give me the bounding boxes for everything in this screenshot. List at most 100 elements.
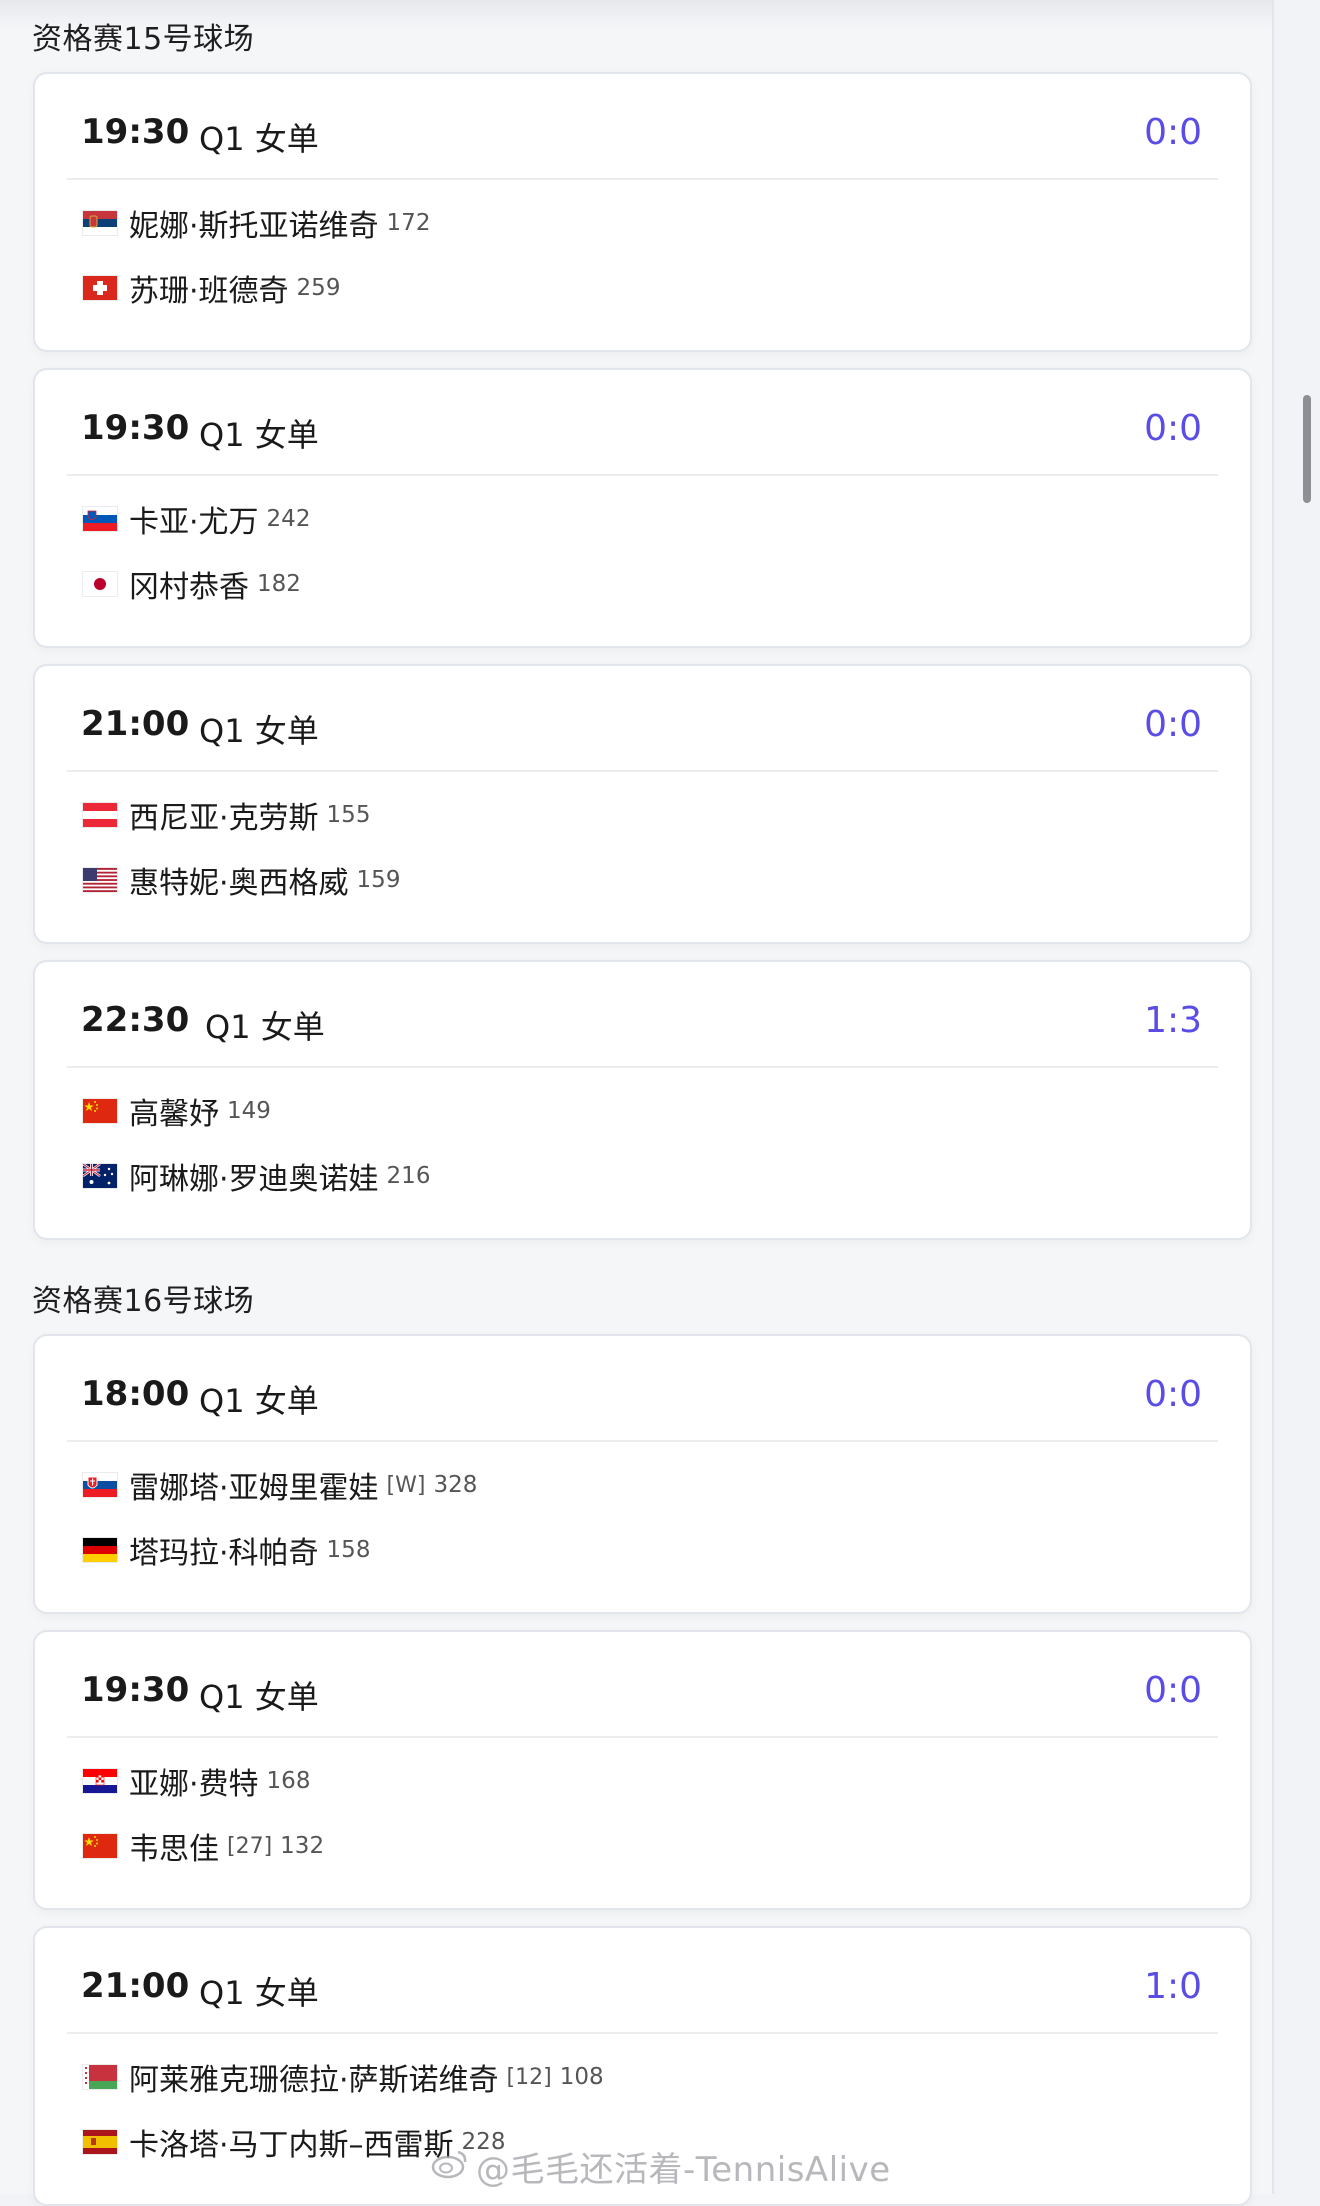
match-round: Q1 女单 xyxy=(199,120,319,158)
match-card[interactable]: 19:30 Q1 女单 0:0 妮娜·斯托亚诺维奇 172 苏珊·班德奇 259 xyxy=(33,72,1252,352)
match-card[interactable]: 22:30 Q1 女单 1:3 高馨妤 149 阿琳娜·罗迪奥诺娃 216 xyxy=(33,960,1252,1240)
player-name: 塔玛拉·科帕奇 xyxy=(129,1536,319,1571)
player-name: 阿琳娜·罗迪奥诺娃 xyxy=(129,1162,379,1197)
player-ranking: 108 xyxy=(559,2064,604,2090)
match-round: Q1 女单 xyxy=(205,1008,325,1046)
match-time: 19:30 xyxy=(81,112,190,152)
match-round: Q1 女单 xyxy=(199,1382,319,1420)
player-ranking: 328 xyxy=(433,1472,478,1498)
match-header: 19:30 Q1 女单 0:0 xyxy=(81,1632,1202,1736)
player-ranking: 158 xyxy=(326,1537,371,1563)
match-time: 18:00 xyxy=(81,1374,190,1414)
match-score: 0:0 xyxy=(1144,112,1202,153)
scrollbar-thumb[interactable] xyxy=(1303,395,1311,503)
flag-spain-icon xyxy=(83,2130,117,2154)
match-score: 1:3 xyxy=(1144,1000,1202,1041)
player-row[interactable]: 塔玛拉·科帕奇 158 xyxy=(83,1530,371,1571)
flag-belarus-icon xyxy=(83,2065,117,2089)
player-row[interactable]: 阿琳娜·罗迪奥诺娃 216 xyxy=(83,1156,431,1197)
match-divider xyxy=(67,474,1218,476)
player-seed: [12] xyxy=(506,2064,552,2090)
player-ranking: 168 xyxy=(266,1768,311,1794)
match-header: 19:30 Q1 女单 0:0 xyxy=(81,74,1202,178)
player-name: 惠特妮·奥西格威 xyxy=(129,866,349,901)
flag-serbia-icon xyxy=(83,211,117,235)
flag-china-icon xyxy=(83,1099,117,1123)
player-name: 韦思佳 xyxy=(129,1832,219,1867)
flag-japan-icon xyxy=(83,572,117,596)
watermark-text: @毛毛还活着-TennisAlive xyxy=(476,2150,891,2190)
match-score: 1:0 xyxy=(1144,1966,1202,2007)
player-row[interactable]: 韦思佳 [27] 132 xyxy=(83,1826,325,1867)
match-time: 19:30 xyxy=(81,1670,190,1710)
match-card[interactable]: 18:00 Q1 女单 0:0 雷娜塔·亚姆里霍娃 [W] 328 塔玛拉·科帕奇 158 xyxy=(33,1334,1252,1614)
match-header: 22:30 Q1 女单 1:3 xyxy=(81,962,1202,1066)
match-card[interactable]: 21:00 Q1 女单 0:0 西尼亚·克劳斯 155 惠特妮·奥西格威 159 xyxy=(33,664,1252,944)
player-row[interactable]: 冈村恭香 182 xyxy=(83,564,301,605)
player-row[interactable]: 高馨妤 149 xyxy=(83,1091,271,1132)
match-score: 0:0 xyxy=(1144,1374,1202,1415)
match-round: Q1 女单 xyxy=(199,1678,319,1716)
flag-china-icon xyxy=(83,1834,117,1858)
player-name: 冈村恭香 xyxy=(129,570,249,605)
flag-slovakia-icon xyxy=(83,1473,117,1497)
player-ranking: 149 xyxy=(227,1098,271,1124)
match-header: 19:30 Q1 女单 0:0 xyxy=(81,370,1202,474)
match-header: 21:00 Q1 女单 0:0 xyxy=(81,666,1202,770)
player-seed: [W] xyxy=(386,1472,426,1498)
player-ranking: 172 xyxy=(386,210,431,236)
match-card[interactable]: 19:30 Q1 女单 0:0 卡亚·尤万 242 冈村恭香 182 xyxy=(33,368,1252,648)
player-seed: [27] xyxy=(227,1833,273,1859)
player-name: 高馨妤 xyxy=(129,1097,219,1132)
flag-germany-icon xyxy=(83,1538,117,1562)
player-ranking: 155 xyxy=(326,802,371,828)
match-divider xyxy=(67,1066,1218,1068)
player-name: 卡亚·尤万 xyxy=(129,505,259,540)
match-round: Q1 女单 xyxy=(199,1974,319,2012)
player-ranking: 216 xyxy=(386,1163,431,1189)
player-ranking: 159 xyxy=(356,867,401,893)
match-score: 0:0 xyxy=(1144,408,1202,449)
match-round: Q1 女单 xyxy=(199,416,319,454)
flag-usa-icon xyxy=(83,868,117,892)
player-name: 苏珊·班德奇 xyxy=(129,274,289,309)
section-title-court-16: 资格赛16号球场 xyxy=(32,1284,255,1319)
player-row[interactable]: 卡亚·尤万 242 xyxy=(83,499,311,540)
player-ranking: 242 xyxy=(266,506,311,532)
match-divider xyxy=(67,178,1218,180)
match-time: 22:30 xyxy=(81,1000,190,1040)
player-name: 雷娜塔·亚姆里霍娃 xyxy=(129,1471,379,1506)
player-name: 妮娜·斯托亚诺维奇 xyxy=(129,209,379,244)
match-header: 18:00 Q1 女单 0:0 xyxy=(81,1336,1202,1440)
match-divider xyxy=(67,1736,1218,1738)
flag-austria-icon xyxy=(83,803,117,827)
match-time: 21:00 xyxy=(81,1966,190,2006)
player-ranking: 182 xyxy=(257,571,301,597)
match-time: 21:00 xyxy=(81,704,190,744)
player-row[interactable]: 雷娜塔·亚姆里霍娃 [W] 328 xyxy=(83,1465,478,1506)
match-round: Q1 女单 xyxy=(199,712,319,750)
player-row[interactable]: 阿莱雅克珊德拉·萨斯诺维奇 [12] 108 xyxy=(83,2057,604,2098)
match-divider xyxy=(67,1440,1218,1442)
match-divider xyxy=(67,2032,1218,2034)
weibo-logo-icon xyxy=(431,2150,467,2179)
player-ranking: 259 xyxy=(296,275,341,301)
match-card[interactable]: 19:30 Q1 女单 0:0 亚娜·费特 168 韦思佳 [27] 132 xyxy=(33,1630,1252,1910)
match-header: 21:00 Q1 女单 1:0 xyxy=(81,1928,1202,2032)
flag-switzerland-icon xyxy=(83,276,117,300)
player-name: 阿莱雅克珊德拉·萨斯诺维奇 xyxy=(129,2063,499,2098)
flag-slovenia-icon xyxy=(83,507,117,531)
section-title-court-15: 资格赛15号球场 xyxy=(32,22,255,57)
flag-croatia-icon xyxy=(83,1769,117,1793)
player-row[interactable]: 西尼亚·克劳斯 155 xyxy=(83,795,371,836)
player-row[interactable]: 惠特妮·奥西格威 159 xyxy=(83,860,401,901)
player-row[interactable]: 亚娜·费特 168 xyxy=(83,1761,311,1802)
match-score: 0:0 xyxy=(1144,1670,1202,1711)
flag-australia-icon xyxy=(83,1164,117,1188)
player-row[interactable]: 苏珊·班德奇 259 xyxy=(83,268,341,309)
player-name: 卡洛塔·马丁内斯–西雷斯 xyxy=(129,2128,454,2163)
player-row[interactable]: 妮娜·斯托亚诺维奇 172 xyxy=(83,203,431,244)
player-name: 西尼亚·克劳斯 xyxy=(129,801,319,836)
match-time: 19:30 xyxy=(81,408,190,448)
player-ranking: 132 xyxy=(280,1833,325,1859)
